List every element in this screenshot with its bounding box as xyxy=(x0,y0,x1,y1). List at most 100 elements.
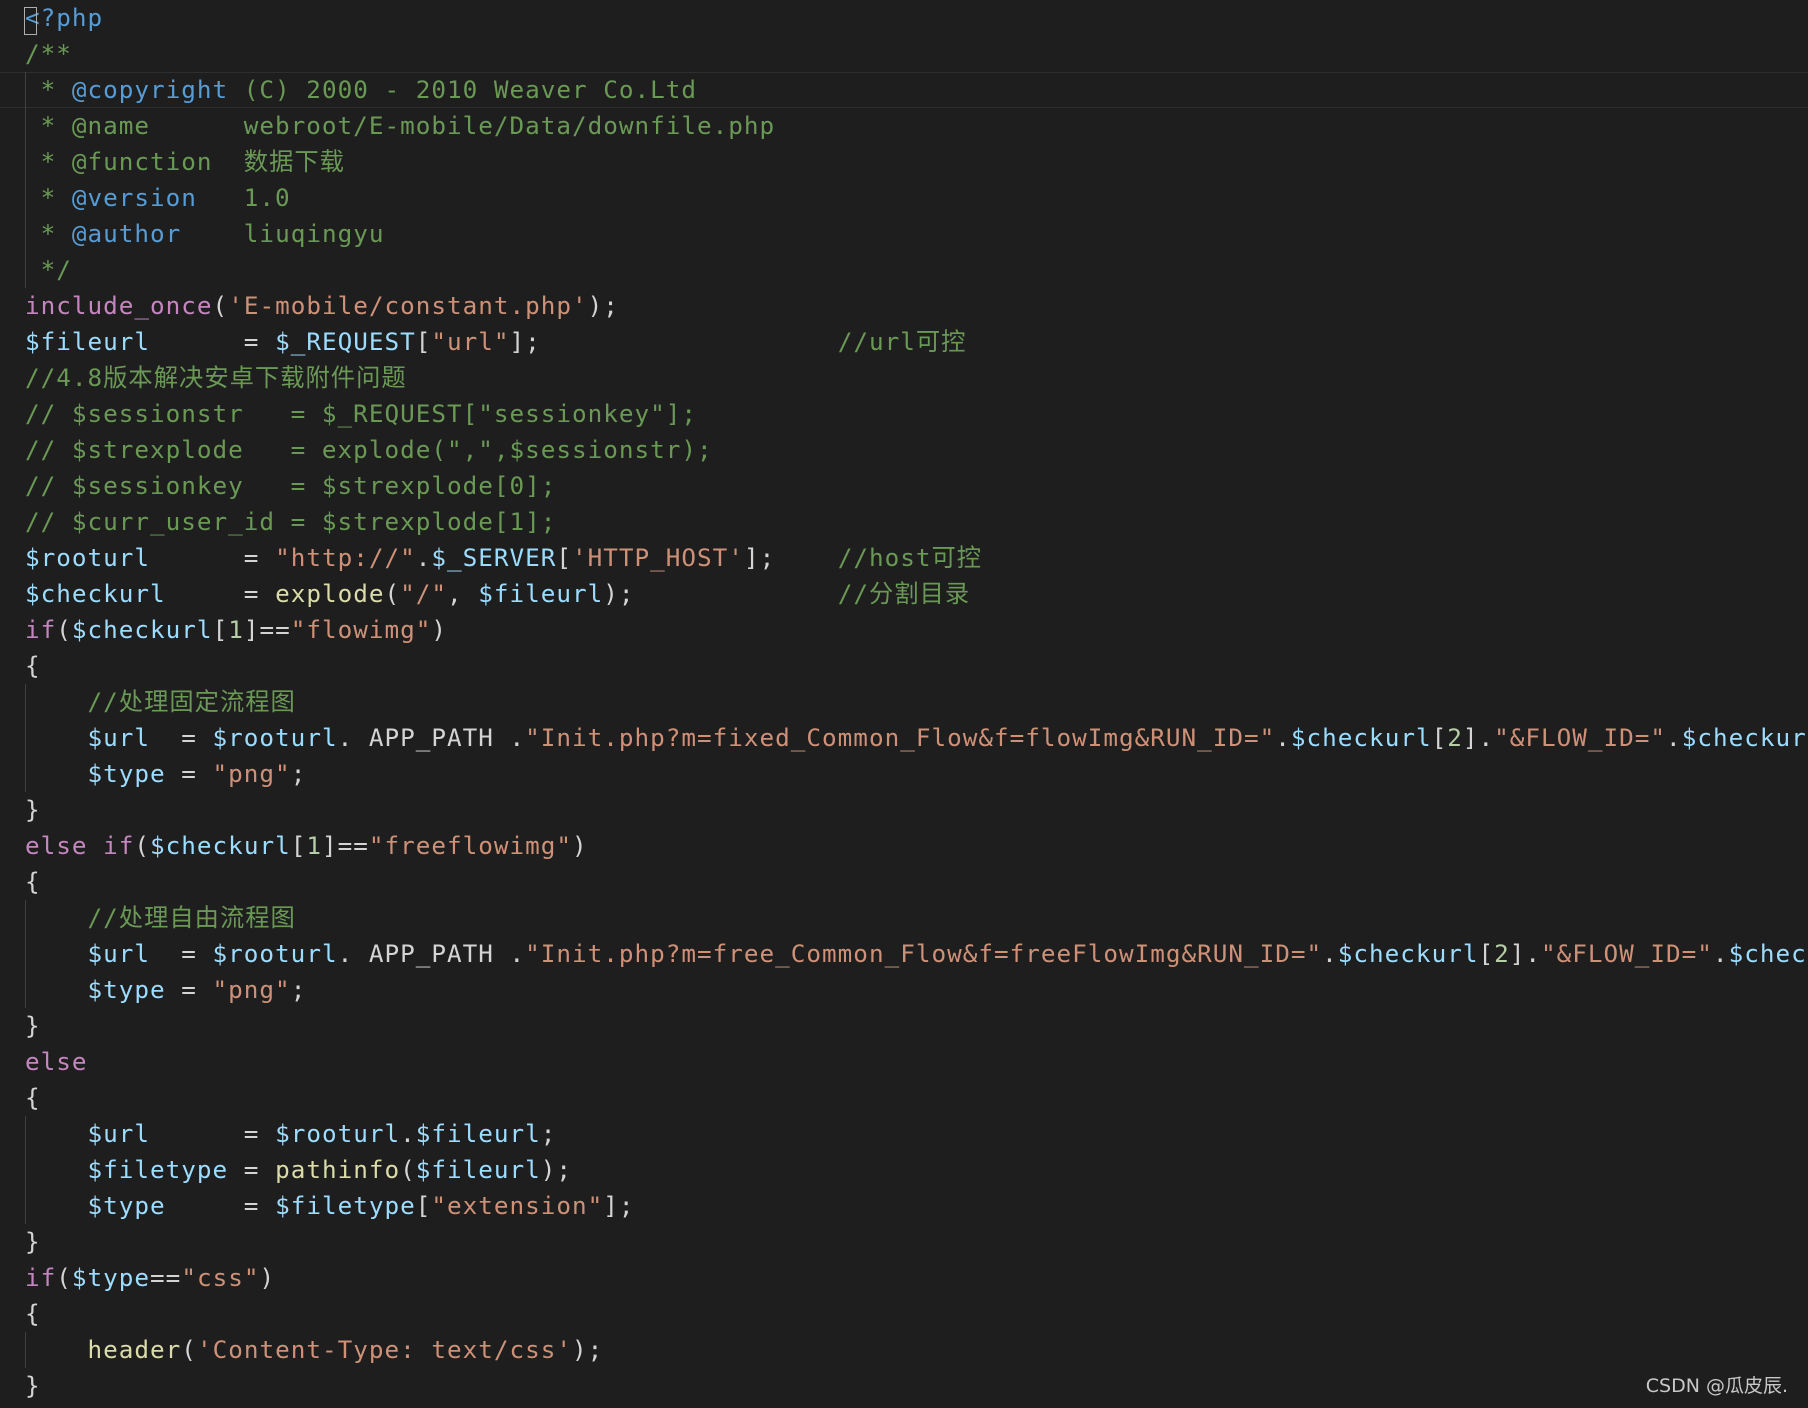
code-line-19[interactable]: { xyxy=(0,648,1808,684)
code-line-22[interactable]: $type = "png"; xyxy=(0,756,1808,792)
code-line-26[interactable]: //处理自由流程图 xyxy=(0,900,1808,936)
code-line-17[interactable]: $checkurl = explode("/", $fileurl); //分割… xyxy=(0,576,1808,612)
code-token: $rooturl xyxy=(212,723,338,752)
code-token: "freeflowimg" xyxy=(368,831,573,860)
code-token: = xyxy=(165,579,276,608)
code-token: //host可控 xyxy=(837,543,983,572)
code-token: ); xyxy=(540,1155,573,1184)
code-token: { xyxy=(25,651,41,680)
code-token: [ xyxy=(290,831,307,860)
code-token: ) xyxy=(431,615,448,644)
code-token: "flowimg" xyxy=(290,615,432,644)
code-token: ) xyxy=(259,1263,276,1292)
code-line-6[interactable]: * @version 1.0 xyxy=(0,180,1808,216)
code-line-21[interactable]: $url = $rooturl. APP_PATH ."Init.php?m=f… xyxy=(0,720,1808,756)
code-token: = xyxy=(165,759,213,788)
code-line-33[interactable]: $filetype = pathinfo($fileurl); xyxy=(0,1152,1808,1188)
block-indent-guide-4 xyxy=(25,1332,26,1368)
code-token: $fileurl xyxy=(415,1155,541,1184)
code-line-31[interactable]: { xyxy=(0,1080,1808,1116)
code-line-30[interactable]: else xyxy=(0,1044,1808,1080)
code-token: // $strexplode = explode(",",$sessionstr… xyxy=(25,435,713,464)
code-token: ) xyxy=(572,831,588,860)
code-token: [ xyxy=(212,615,229,644)
code-token: "Init.php?m=free_Common_Flow&f=freeFlowI… xyxy=(525,939,1323,968)
code-token: = xyxy=(150,543,276,572)
code-line-25[interactable]: { xyxy=(0,864,1808,900)
code-token: @copyright xyxy=(71,75,229,104)
code-token: // $curr_user_id = $strexplode[1]; xyxy=(25,507,557,536)
code-token: { xyxy=(25,867,41,896)
code-token: = xyxy=(150,327,276,356)
code-line-15[interactable]: // $curr_user_id = $strexplode[1]; xyxy=(0,504,1808,540)
code-line-8[interactable]: */ xyxy=(0,252,1808,288)
code-line-12[interactable]: // $sessionstr = $_REQUEST["sessionkey"]… xyxy=(0,396,1808,432)
code-token: $url xyxy=(87,1119,151,1148)
code-line-4[interactable]: * @name webroot/E-mobile/Data/downfile.p… xyxy=(0,108,1808,144)
code-token: "http://" xyxy=(275,543,416,572)
code-token: ]; xyxy=(509,327,838,356)
code-line-36[interactable]: if($type=="css") xyxy=(0,1260,1808,1296)
watermark: CSDN @瓜皮辰. xyxy=(1645,1375,1788,1397)
code-line-28[interactable]: $type = "png"; xyxy=(0,972,1808,1008)
code-line-27[interactable]: $url = $rooturl. APP_PATH ."Init.php?m=f… xyxy=(0,936,1808,972)
code-line-9[interactable]: include_once('E-mobile/constant.php'); xyxy=(0,288,1808,324)
code-token: //url可控 xyxy=(837,327,967,356)
code-line-24[interactable]: else if($checkurl[1]=="freeflowimg") xyxy=(0,828,1808,864)
code-token: . xyxy=(1275,723,1291,752)
code-token: $filetype xyxy=(87,1155,229,1184)
code-token: $_REQUEST xyxy=(275,327,416,356)
code-token: //处理自由流程图 xyxy=(87,903,296,932)
code-token: . APP_PATH . xyxy=(337,939,526,968)
code-line-2[interactable]: /** xyxy=(0,36,1808,72)
code-line-3[interactable]: * @copyright (C) 2000 - 2010 Weaver Co.L… xyxy=(0,72,1808,108)
code-token: "css" xyxy=(181,1263,260,1292)
code-line-37[interactable]: { xyxy=(0,1296,1808,1332)
code-line-18[interactable]: if($checkurl[1]=="flowimg") xyxy=(0,612,1808,648)
code-line-39[interactable]: } xyxy=(0,1368,1808,1404)
code-token: $_SERVER xyxy=(431,543,557,572)
code-line-13[interactable]: // $strexplode = explode(",",$sessionstr… xyxy=(0,432,1808,468)
code-token: 2 xyxy=(1447,723,1463,752)
code-token: $rooturl xyxy=(25,543,151,572)
code-token: . xyxy=(1712,939,1729,968)
code-line-1[interactable]: <?php xyxy=(0,0,1808,36)
code-line-14[interactable]: // $sessionkey = $strexplode[0]; xyxy=(0,468,1808,504)
code-line-29[interactable]: } xyxy=(0,1008,1808,1044)
code-line-11[interactable]: //4.8版本解决安卓下载附件问题 xyxy=(0,360,1808,396)
code-line-23[interactable]: } xyxy=(0,792,1808,828)
code-token: ( xyxy=(181,1335,197,1364)
code-token: } xyxy=(25,1011,41,1040)
code-token: = xyxy=(150,1119,276,1148)
code-token: "url" xyxy=(431,327,510,356)
code-token: ); xyxy=(572,1335,604,1364)
code-line-10[interactable]: $fileurl = $_REQUEST["url"]; //url可控 xyxy=(0,324,1808,360)
code-token: ]. xyxy=(1509,939,1541,968)
code-line-35[interactable]: } xyxy=(0,1224,1808,1260)
code-token: = xyxy=(165,975,213,1004)
code-line-16[interactable]: $rooturl = "http://".$_SERVER['HTTP_HOST… xyxy=(0,540,1808,576)
code-token: ( xyxy=(400,1155,416,1184)
code-editor[interactable]: <?php /** * @copyright (C) 2000 - 2010 We… xyxy=(0,0,1808,1408)
block-indent-guide-2 xyxy=(25,900,26,1008)
code-token: $url xyxy=(87,939,151,968)
code-token: = xyxy=(150,723,213,752)
code-token: //分割目录 xyxy=(837,579,971,608)
code-line-5[interactable]: * @function 数据下载 xyxy=(0,144,1808,180)
code-token: ]. xyxy=(1462,723,1495,752)
text-cursor xyxy=(24,7,37,35)
code-token: ); xyxy=(587,291,619,320)
code-line-32[interactable]: $url = $rooturl.$fileurl; xyxy=(0,1116,1808,1152)
code-line-20[interactable]: //处理固定流程图 xyxy=(0,684,1808,720)
code-line-38[interactable]: header('Content-Type: text/css'); xyxy=(0,1332,1808,1368)
code-token: 1.0 xyxy=(196,183,291,212)
code-token: (C) 2000 - 2010 Weaver Co.Ltd xyxy=(228,75,698,104)
code-line-7[interactable]: * @author liuqingyu xyxy=(0,216,1808,252)
code-line-34[interactable]: $type = $filetype["extension"]; xyxy=(0,1188,1808,1224)
code-token: $fileurl xyxy=(415,1119,541,1148)
code-area[interactable]: <?php /** * @copyright (C) 2000 - 2010 We… xyxy=(0,0,1808,1404)
